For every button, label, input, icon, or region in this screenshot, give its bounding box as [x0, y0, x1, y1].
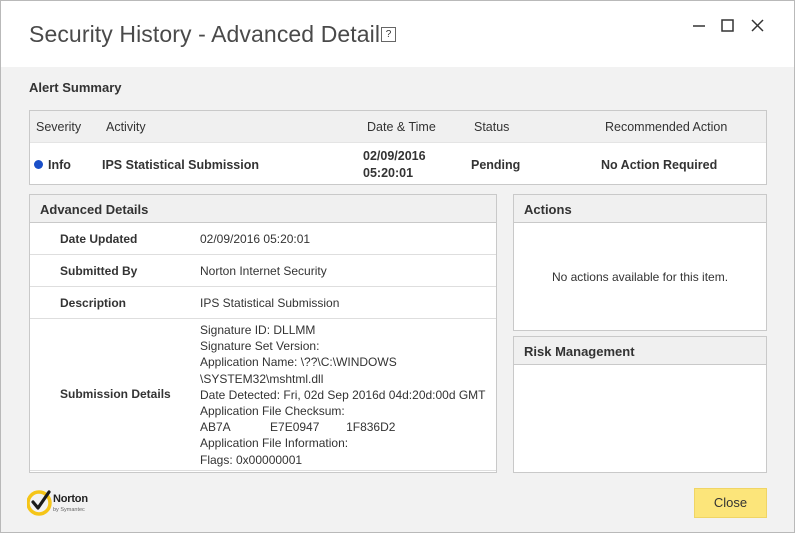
close-button[interactable]: Close: [694, 488, 767, 518]
date-value: 02/09/2016: [363, 149, 426, 163]
help-icon[interactable]: ?: [381, 27, 396, 42]
close-icon: [751, 19, 764, 32]
submission-line: Application File Checksum:: [200, 404, 345, 419]
norton-logo: Norton by Symantec: [27, 489, 107, 519]
submission-line: Date Detected: Fri, 02d Sep 2016d 04d:20…: [200, 387, 486, 402]
risk-management-header: Risk Management: [514, 337, 766, 365]
detail-row-date-updated: Date Updated 02/09/2016 05:20:01: [30, 223, 496, 255]
table-row[interactable]: Info IPS Statistical Submission 02/09/20…: [30, 143, 766, 184]
detail-row-description: Description IPS Statistical Submission: [30, 287, 496, 319]
date-updated-value: 02/09/2016 05:20:01: [200, 232, 311, 246]
description-value: IPS Statistical Submission: [200, 296, 340, 310]
security-history-window: Security History - Advanced Details ? Al…: [0, 0, 795, 533]
minimize-icon: [693, 25, 705, 27]
submission-line: Signature ID: DLLMM: [200, 323, 316, 337]
alert-summary-header: Severity Activity Date & Time Status Rec…: [30, 111, 766, 143]
risk-management-panel: Risk Management: [513, 336, 767, 473]
actions-empty-message: No actions available for this item.: [551, 270, 729, 284]
date-updated-label: Date Updated: [60, 232, 138, 246]
submitted-by-value: Norton Internet Security: [200, 264, 327, 278]
column-recommended-action: Recommended Action: [605, 120, 728, 134]
norton-logo-subtext: by Symantec: [53, 507, 85, 513]
maximize-button[interactable]: [717, 15, 739, 37]
advanced-details-heading: Advanced Details: [40, 202, 149, 217]
column-date-time: Date & Time: [367, 120, 436, 134]
time-value: 05:20:01: [363, 166, 414, 180]
minimize-button[interactable]: [688, 15, 710, 37]
norton-checkmark-icon: [27, 490, 52, 516]
activity-value: IPS Statistical Submission: [102, 158, 259, 172]
actions-header: Actions: [514, 195, 766, 223]
column-status: Status: [474, 120, 510, 134]
severity-dot-icon: [34, 160, 43, 169]
column-activity: Activity: [106, 120, 146, 134]
submission-details-value: Signature ID: DLLMM Signature Set Versio…: [200, 322, 486, 468]
submission-line: Signature Set Version:: [200, 339, 320, 354]
submission-line: Application File Information:: [200, 436, 349, 451]
alert-summary-heading: Alert Summary: [29, 80, 122, 95]
title-bar: Security History - Advanced Details ?: [1, 1, 794, 67]
severity-value: Info: [48, 158, 71, 172]
norton-logo-text: Norton: [53, 493, 88, 505]
column-severity: Severity: [36, 120, 82, 134]
advanced-details-header: Advanced Details: [30, 195, 496, 223]
detail-row-submission-details: Submission Details Signature ID: DLLMM S…: [30, 319, 496, 471]
alert-summary-table: Severity Activity Date & Time Status Rec…: [29, 110, 767, 185]
advanced-details-panel: Advanced Details Date Updated 02/09/2016…: [29, 194, 497, 473]
actions-panel: Actions No actions available for this it…: [513, 194, 767, 331]
submission-line: Application Name: \??\C:\WINDOWS: [200, 355, 397, 370]
submission-line: \SYSTEM32\mshtml.dll: [200, 371, 324, 386]
submitted-by-label: Submitted By: [60, 264, 138, 278]
recommended-action-value: No Action Required: [601, 158, 718, 172]
status-value: Pending: [471, 158, 521, 172]
actions-heading: Actions: [524, 202, 572, 217]
window-title: Security History - Advanced Details: [29, 21, 392, 47]
submission-line: Flags: 0x00000001: [200, 452, 303, 467]
maximize-icon: [721, 19, 734, 32]
detail-row-submitted-by: Submitted By Norton Internet Security: [30, 255, 496, 287]
close-window-button[interactable]: [747, 15, 769, 37]
submission-line: AB7A E7E0947 1F836D2: [200, 420, 396, 435]
risk-management-heading: Risk Management: [524, 344, 635, 359]
description-label: Description: [60, 296, 127, 310]
submission-details-label: Submission Details: [60, 387, 171, 401]
